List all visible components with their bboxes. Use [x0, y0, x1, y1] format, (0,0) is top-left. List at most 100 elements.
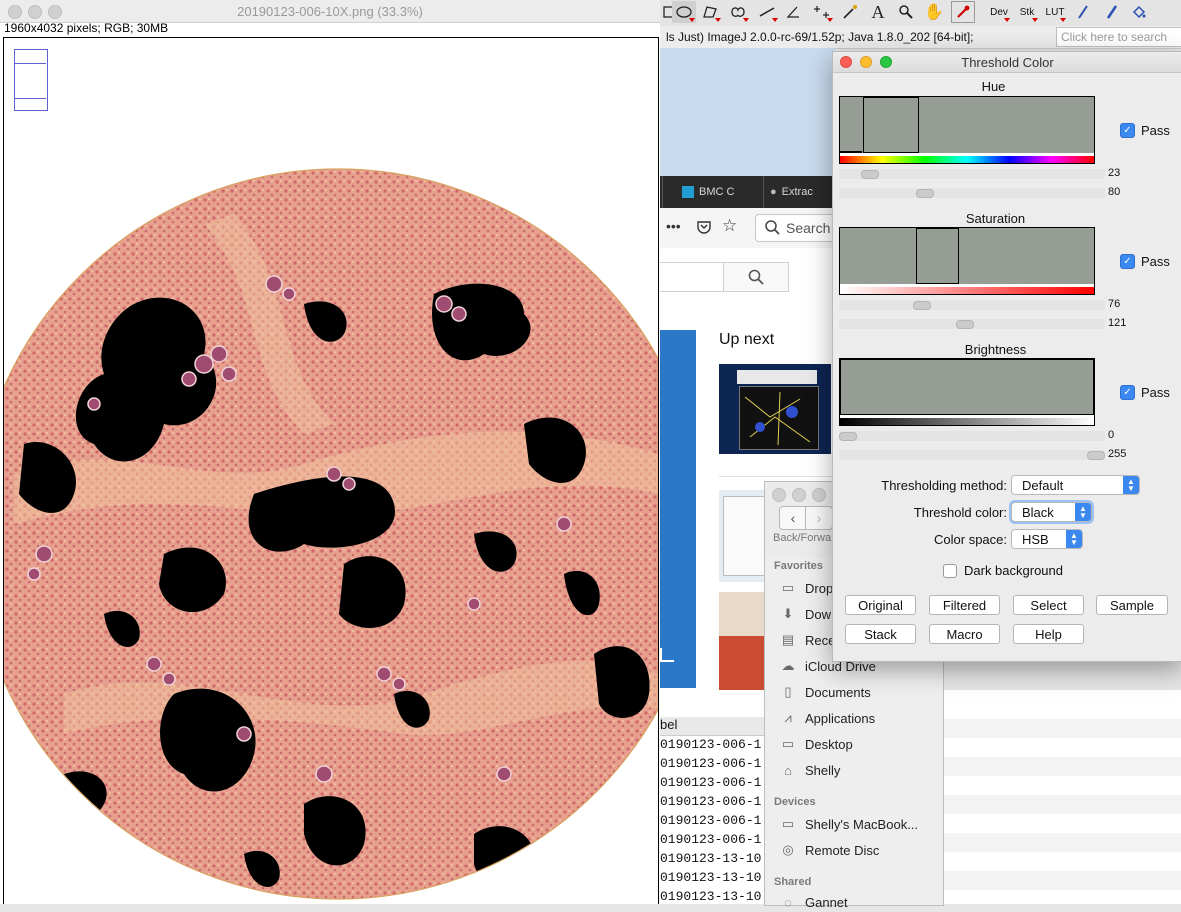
saturation-max-slider[interactable] — [839, 319, 1105, 329]
bookmark-star-icon[interactable]: ☆ — [722, 216, 737, 236]
check-icon: ✓ — [1120, 254, 1135, 269]
magnifier-tool[interactable] — [894, 1, 918, 23]
slider-knob[interactable] — [839, 432, 857, 441]
slider-knob[interactable] — [913, 301, 931, 310]
pass-label: Pass — [1141, 123, 1170, 138]
polygon-tool[interactable] — [698, 1, 722, 23]
stripe — [942, 871, 1181, 890]
browser-tab-bmc[interactable]: BMC C — [682, 176, 752, 208]
sample-button[interactable]: Sample — [1096, 595, 1168, 615]
sidebar-item-label: Dow — [805, 606, 832, 622]
dropper-tool[interactable] — [951, 1, 975, 23]
sidebar-item-downloads[interactable]: ⬇ Dow — [779, 604, 831, 624]
oval-icon — [676, 6, 692, 18]
image-canvas[interactable] — [3, 37, 659, 904]
dev-tool[interactable]: Dev — [987, 1, 1011, 23]
video-search-button[interactable] — [723, 262, 789, 292]
browser-tab-extrac[interactable]: ● Extrac — [763, 176, 840, 208]
wand-tool[interactable] — [838, 1, 862, 23]
pocket-icon[interactable] — [696, 219, 712, 235]
stk-tool[interactable]: Stk — [1015, 1, 1039, 23]
oval-tool[interactable] — [672, 1, 696, 23]
saturation-pass-checkbox[interactable]: ✓ Pass — [1120, 254, 1170, 269]
sidebar-item-macbook[interactable]: ▭ Shelly's MacBook... — [779, 814, 918, 834]
saturation-min-slider[interactable] — [839, 300, 1105, 310]
sidebar-item-home[interactable]: ⌂ Shelly — [779, 760, 840, 780]
video-search-input[interactable] — [660, 262, 724, 292]
pencil-tool[interactable] — [1071, 1, 1095, 23]
table-row[interactable]: 0190123-13-10 — [660, 889, 770, 904]
freehand-tool[interactable] — [726, 1, 750, 23]
zoom-light-icon[interactable] — [812, 488, 826, 502]
hue-pass-checkbox[interactable]: ✓ Pass — [1120, 123, 1170, 138]
dialog-titlebar: Threshold Color — [833, 52, 1181, 73]
hue-max-slider[interactable] — [839, 188, 1105, 198]
sidebar-item-remote-disc[interactable]: ◎ Remote Disc — [779, 840, 879, 860]
more-actions-icon[interactable]: ••• — [666, 218, 681, 234]
brightness-pass-checkbox[interactable]: ✓ Pass — [1120, 385, 1170, 400]
help-button[interactable]: Help — [1013, 624, 1084, 644]
bmc-favicon-icon — [682, 186, 694, 198]
threshold-color-select[interactable]: Black ▲ ▼ — [1011, 502, 1092, 522]
hand-tool[interactable]: ✋ — [922, 1, 946, 23]
sidebar-item-applications[interactable]: ⩘ Applications — [779, 708, 875, 728]
table-row[interactable]: 0190123-006-1 — [660, 756, 770, 771]
sidebar-item-desktop[interactable]: ▭ Desktop — [779, 734, 853, 754]
back-button[interactable]: ‹ — [779, 506, 807, 530]
multipoint-tool[interactable] — [810, 1, 834, 23]
sidebar-item-recents[interactable]: ▤ Rece — [779, 630, 836, 650]
fullscreen-icon[interactable] — [660, 648, 674, 662]
imagej-status-bar: ls Just) ImageJ 2.0.0-rc-69/1.52p; Java … — [660, 26, 1181, 49]
hue-min-slider[interactable] — [839, 169, 1105, 179]
slider-knob[interactable] — [916, 189, 934, 198]
saturation-min-value: 76 — [1108, 298, 1121, 310]
table-row[interactable]: 0190123-006-1 — [660, 794, 770, 809]
dark-background-checkbox[interactable]: Dark background — [943, 563, 1063, 578]
freehand-icon — [731, 7, 745, 17]
stack-button[interactable]: Stack — [845, 624, 916, 644]
table-row[interactable]: 0190123-006-1 — [660, 832, 770, 847]
minimize-light-icon[interactable] — [792, 488, 806, 502]
brightness-max-value: 255 — [1108, 448, 1127, 460]
slider-knob[interactable] — [956, 320, 974, 329]
text-tool[interactable]: A — [866, 1, 890, 23]
checkbox-box — [943, 563, 957, 578]
video-player-edge[interactable] — [660, 330, 696, 688]
thresholding-method-select[interactable]: Default ▲ ▼ — [1011, 475, 1140, 495]
brightness-min-slider[interactable] — [839, 431, 1105, 441]
flood-fill-tool[interactable] — [1127, 1, 1151, 23]
slider-knob[interactable] — [1087, 451, 1105, 460]
select-button[interactable]: Select — [1013, 595, 1084, 615]
angle-tool[interactable] — [782, 1, 806, 23]
sidebar-item-gannet[interactable]: ◌ Gannet — [779, 892, 848, 912]
sidebar-item-documents[interactable]: ▯ Documents — [779, 682, 871, 702]
line-tool[interactable] — [755, 1, 779, 23]
lut-tool[interactable]: LUT — [1043, 1, 1067, 23]
brightness-max-slider[interactable] — [839, 450, 1105, 460]
stripe — [942, 757, 1181, 776]
histogram-peak — [840, 151, 862, 153]
table-row[interactable]: 0190123-006-1 — [660, 775, 770, 790]
macro-button[interactable]: Macro — [929, 624, 1000, 644]
close-light-icon[interactable] — [772, 488, 786, 502]
check-icon: ✓ — [1120, 385, 1135, 400]
sidebar-item-label: Gannet — [805, 894, 848, 910]
up-next-thumbnail[interactable] — [719, 364, 831, 454]
brush-tool[interactable] — [1099, 1, 1123, 23]
table-row[interactable]: 0190123-006-1 — [660, 813, 770, 828]
slider-knob[interactable] — [861, 170, 879, 179]
original-button[interactable]: Original — [845, 595, 916, 615]
sidebar-item-label: Drop — [805, 580, 834, 596]
color-space-select[interactable]: HSB ▲ ▼ — [1011, 529, 1083, 549]
select-value: Default — [1022, 477, 1064, 493]
table-row[interactable]: 0190123-13-10 — [660, 870, 770, 885]
filtered-button[interactable]: Filtered — [929, 595, 1000, 615]
imagej-search-input[interactable]: Click here to search — [1056, 27, 1181, 47]
table-row[interactable]: 0190123-13-10 — [660, 851, 770, 866]
stripe — [942, 795, 1181, 814]
hue-spectrum-bar — [840, 156, 1094, 163]
sidebar-item-label: Documents — [805, 684, 871, 700]
sidebar-item-dropbox[interactable]: ▭ Drop — [779, 578, 833, 598]
select-value: Black — [1022, 504, 1054, 520]
table-row[interactable]: 0190123-006-1 — [660, 737, 770, 752]
